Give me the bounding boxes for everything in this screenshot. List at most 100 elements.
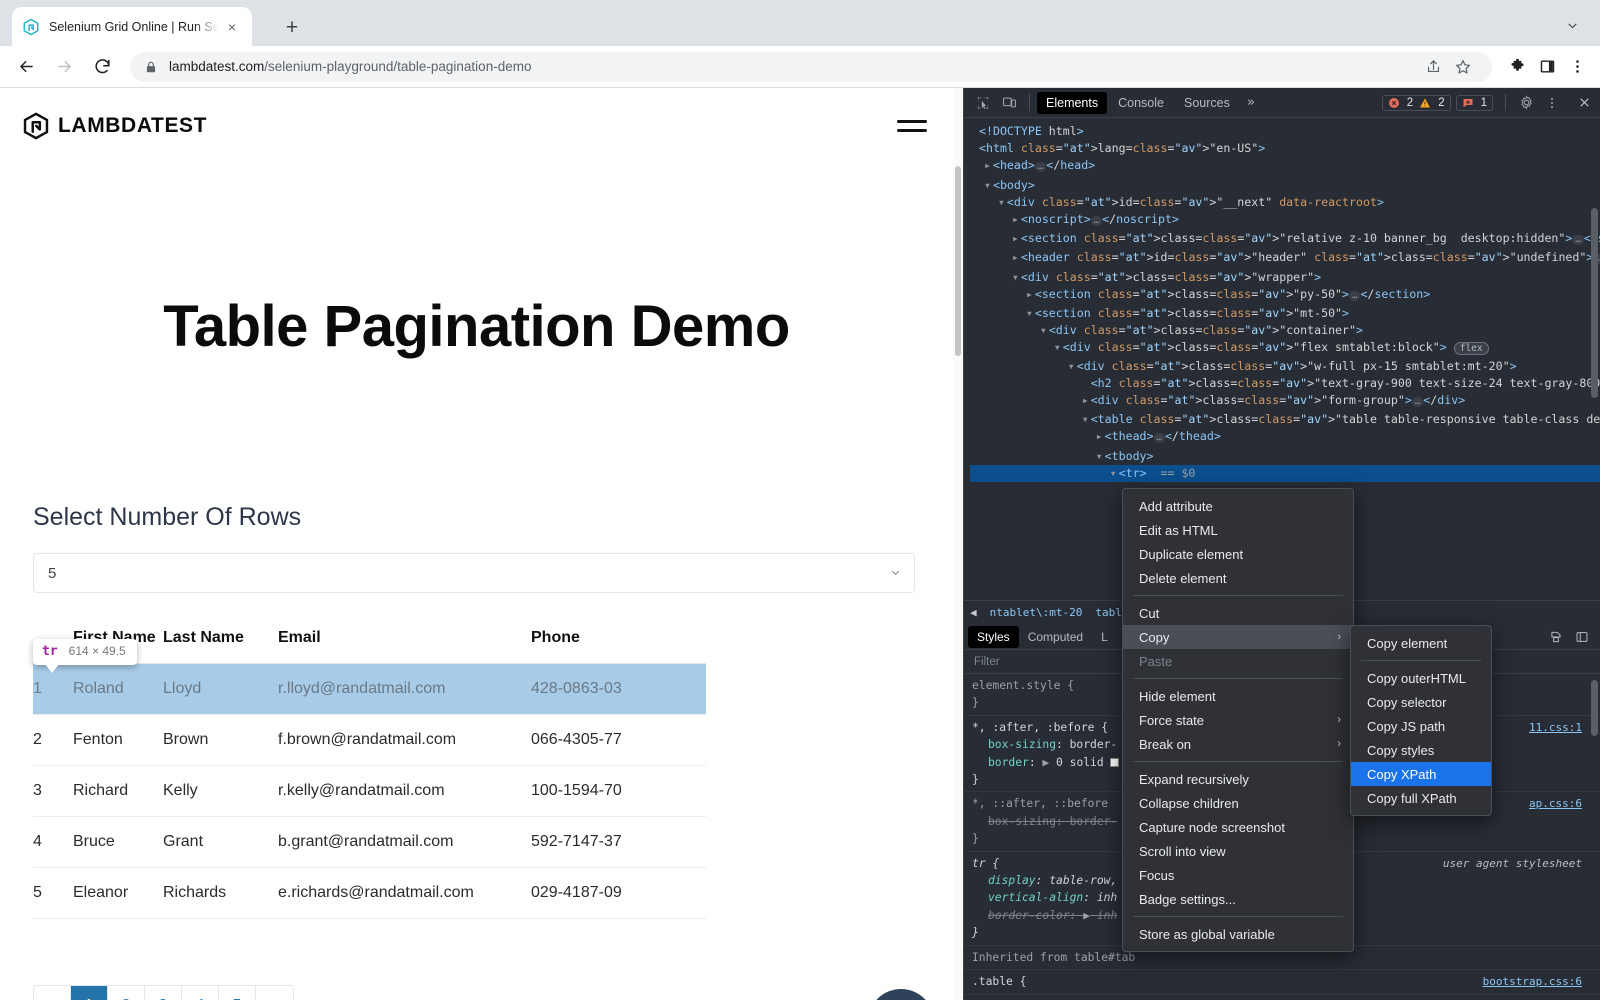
menu-item-store-as-global-variable[interactable]: Store as global variable (1123, 922, 1353, 946)
new-tab-button[interactable]: + (278, 14, 306, 42)
menu-item-force-state[interactable]: Force state› (1123, 708, 1353, 732)
issue-message-counter[interactable]: 1 (1456, 95, 1493, 111)
three-dot-menu-icon[interactable] (1562, 52, 1592, 82)
issue-counters[interactable]: 2 2 (1382, 95, 1451, 111)
table-row[interactable]: 5EleanorRichardse.richards@randatmail.co… (33, 868, 706, 919)
table-row[interactable]: 2FentonBrownf.brown@randatmail.com066-43… (33, 715, 706, 766)
hamburger-menu-icon[interactable] (897, 112, 931, 140)
pagination-prev-button[interactable]: < (34, 986, 71, 1000)
dom-node[interactable]: ▸<section class="at">class=class="av">"p… (970, 286, 1600, 305)
dom-node[interactable]: ▸<noscript>…</noscript> (970, 211, 1600, 230)
three-dot-menu-icon[interactable] (1539, 90, 1565, 116)
breadcrumb-item[interactable]: ntablet\:mt-20 (990, 606, 1083, 619)
forward-arrow-icon[interactable] (48, 51, 80, 83)
dom-node[interactable]: ▾<div class="at">class=class="av">"flex … (970, 339, 1600, 357)
context-menu[interactable]: Add attributeEdit as HTMLDuplicate eleme… (1122, 488, 1354, 952)
dom-node[interactable]: ▸<div class="at">class=class="av">"form-… (970, 392, 1600, 411)
dom-tree-scrollbar-thumb[interactable] (1591, 208, 1598, 398)
table-row[interactable]: 1RolandLloydr.lloyd@randatmail.com428-08… (33, 664, 706, 715)
style-source-link[interactable]: ap.css:6 (1529, 795, 1582, 812)
pagination-page-5[interactable]: 5 (219, 986, 256, 1000)
menu-item-copy-styles[interactable]: Copy styles (1351, 738, 1491, 762)
pagination-page-4[interactable]: 4 (182, 986, 219, 1000)
dom-node[interactable]: ▸<head>…</head> (970, 157, 1600, 176)
tab-console[interactable]: Console (1109, 92, 1173, 114)
menu-item-collapse-children[interactable]: Collapse children (1123, 791, 1353, 815)
menu-item-capture-node-screenshot[interactable]: Capture node screenshot (1123, 815, 1353, 839)
menu-item-copy-js-path[interactable]: Copy JS path (1351, 714, 1491, 738)
dom-node[interactable]: <html class="at">lang=class="av">"en-US"… (970, 140, 1600, 157)
close-icon[interactable]: × (222, 17, 242, 37)
back-arrow-icon[interactable] (10, 51, 42, 83)
tab-styles[interactable]: Styles (968, 626, 1019, 648)
table-row[interactable]: 4BruceGrantb.grant@randatmail.com592-714… (33, 817, 706, 868)
reload-icon[interactable] (86, 51, 118, 83)
context-submenu-copy[interactable]: Copy elementCopy outerHTMLCopy selectorC… (1350, 625, 1492, 816)
menu-item-copy-xpath[interactable]: Copy XPath (1351, 762, 1491, 786)
dom-node[interactable]: ▾<body> (970, 177, 1600, 194)
browser-tab[interactable]: Selenium Grid Online | Run Sele × (12, 7, 252, 46)
pagination-page-2[interactable]: 2 (108, 986, 145, 1000)
style-rule[interactable]: .table { bootstrap.css:6 (964, 970, 1600, 994)
dom-node[interactable]: ▾<section class="at">class=class="av">"m… (970, 305, 1600, 322)
dom-node[interactable]: ▸<section class="at">class=class="av">"r… (970, 230, 1600, 249)
chevron-down-icon[interactable] (1558, 13, 1586, 37)
menu-item-focus[interactable]: Focus (1123, 863, 1353, 887)
page-scrollbar[interactable] (953, 88, 963, 1000)
color-swatch[interactable] (1110, 758, 1119, 767)
menu-item-cut[interactable]: Cut (1123, 601, 1353, 625)
address-bar[interactable]: lambdatest.com/selenium-playground/table… (130, 52, 1492, 82)
gear-icon[interactable] (1513, 90, 1539, 116)
menu-item-edit-as-html[interactable]: Edit as HTML (1123, 518, 1353, 542)
style-source-link[interactable]: bootstrap.css:6 (1483, 973, 1582, 990)
dom-node[interactable]: <h2 class="at">class=class="av">"text-gr… (970, 375, 1600, 392)
table-row[interactable]: 3RichardKellyr.kelly@randatmail.com100-1… (33, 766, 706, 817)
rows-per-page-select[interactable]: 510152025 (33, 553, 915, 593)
dom-node-selected[interactable]: ▾<tr> == $0 (970, 465, 1600, 482)
scrollbar-thumb[interactable] (955, 166, 961, 356)
menu-item-copy-full-xpath[interactable]: Copy full XPath (1351, 786, 1491, 810)
dom-node[interactable]: ▾<div class="at">id=class="av">"__next" … (970, 194, 1600, 211)
dom-node[interactable]: ▾<div class="at">class=class="av">"w-ful… (970, 358, 1600, 375)
tab-layout[interactable]: L (1092, 626, 1117, 648)
share-icon[interactable] (1418, 52, 1448, 82)
tab-elements[interactable]: Elements (1037, 92, 1107, 114)
menu-item-copy-selector[interactable]: Copy selector (1351, 690, 1491, 714)
inspect-element-icon[interactable] (970, 90, 996, 116)
dom-node[interactable]: ▸<header class="at">id=class="av">"heade… (970, 249, 1600, 268)
dom-node[interactable]: ▾<table class="at">class=class="av">"tab… (970, 411, 1600, 428)
pagination-next-button[interactable]: > (256, 986, 293, 1000)
style-source-link[interactable]: 11.css:1 (1529, 719, 1582, 736)
menu-item-copy[interactable]: Copy› (1123, 625, 1353, 649)
menu-item-add-attribute[interactable]: Add attribute (1123, 494, 1353, 518)
pagination-page-3[interactable]: 3 (145, 986, 182, 1000)
menu-item-copy-element[interactable]: Copy element (1351, 631, 1491, 655)
menu-item-expand-recursively[interactable]: Expand recursively (1123, 767, 1353, 791)
flex-badge[interactable]: flex (1454, 342, 1489, 355)
new-style-rule-icon[interactable] (1569, 624, 1595, 650)
menu-item-badge-settings[interactable]: Badge settings... (1123, 887, 1353, 911)
menu-item-copy-outerhtml[interactable]: Copy outerHTML (1351, 666, 1491, 690)
styles-scrollbar-thumb[interactable] (1591, 680, 1598, 736)
dom-node[interactable]: ▾<div class="at">class=class="av">"conta… (970, 322, 1600, 339)
side-panel-icon[interactable] (1532, 52, 1562, 82)
star-icon[interactable] (1448, 52, 1478, 82)
chat-widget-button[interactable] (868, 989, 934, 1000)
dom-node[interactable]: ▾<div class="at">class=class="av">"wrapp… (970, 269, 1600, 286)
menu-item-break-on[interactable]: Break on› (1123, 732, 1353, 756)
menu-item-scroll-into-view[interactable]: Scroll into view (1123, 839, 1353, 863)
menu-item-hide-element[interactable]: Hide element (1123, 684, 1353, 708)
puzzle-piece-icon[interactable] (1502, 52, 1532, 82)
menu-item-duplicate-element[interactable]: Duplicate element (1123, 542, 1353, 566)
tab-computed[interactable]: Computed (1019, 626, 1092, 648)
dom-node[interactable]: <!DOCTYPE html> (970, 123, 1600, 140)
breadcrumb-scroll-left[interactable]: ◀ (970, 606, 977, 619)
tab-sources[interactable]: Sources (1175, 92, 1239, 114)
device-toolbar-icon[interactable] (996, 90, 1022, 116)
menu-item-delete-element[interactable]: Delete element (1123, 566, 1353, 590)
close-devtools-icon[interactable] (1571, 90, 1597, 116)
more-tabs-button[interactable]: » (1241, 95, 1261, 110)
dom-node[interactable]: ▸<thead>…</thead> (970, 428, 1600, 447)
pagination-page-1[interactable]: 1 (71, 986, 108, 1000)
dom-node[interactable]: ▾<tbody> (970, 448, 1600, 465)
